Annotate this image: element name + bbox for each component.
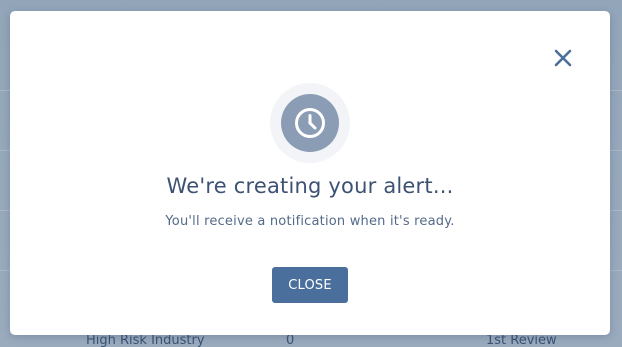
- background-row-label: High Risk Industry: [86, 333, 205, 347]
- modal-message: You'll receive a notification when it's …: [165, 214, 455, 229]
- background-row-stage: 1st Review: [486, 333, 557, 347]
- status-icon-container: [270, 83, 350, 163]
- close-icon[interactable]: [552, 47, 574, 69]
- alert-modal: We're creating your alert... You'll rece…: [10, 11, 610, 335]
- close-button[interactable]: CLOSE: [272, 267, 348, 303]
- modal-title: We're creating your alert...: [166, 174, 454, 198]
- background-row-count: 0: [286, 333, 295, 347]
- clock-icon: [281, 94, 339, 152]
